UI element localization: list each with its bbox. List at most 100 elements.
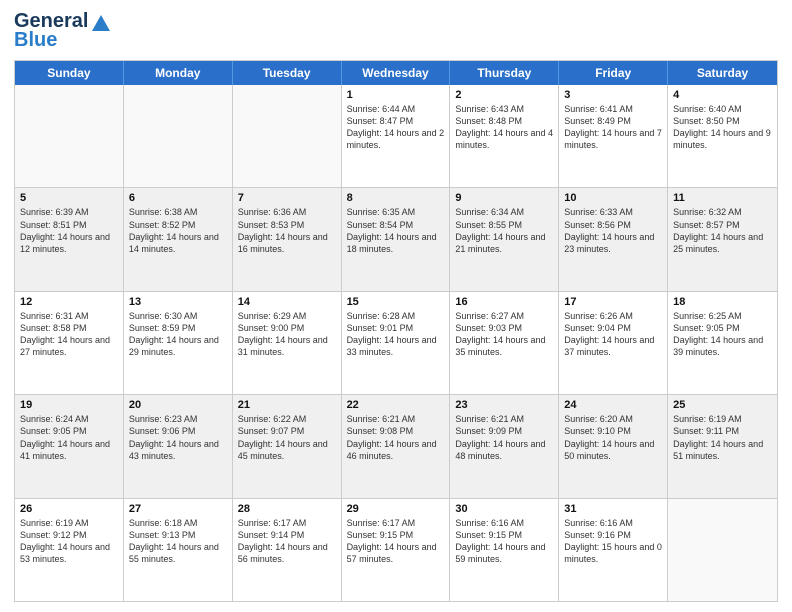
cell-details: Sunrise: 6:27 AM Sunset: 9:03 PM Dayligh… [455,310,553,359]
day-cell-4: 4Sunrise: 6:40 AM Sunset: 8:50 PM Daylig… [668,85,777,187]
header-cell-saturday: Saturday [668,61,777,85]
day-cell-28: 28Sunrise: 6:17 AM Sunset: 9:14 PM Dayli… [233,499,342,601]
cell-details: Sunrise: 6:44 AM Sunset: 8:47 PM Dayligh… [347,103,445,152]
empty-cell-0-0 [15,85,124,187]
cell-details: Sunrise: 6:31 AM Sunset: 8:58 PM Dayligh… [20,310,118,359]
cell-details: Sunrise: 6:23 AM Sunset: 9:06 PM Dayligh… [129,413,227,462]
day-cell-24: 24Sunrise: 6:20 AM Sunset: 9:10 PM Dayli… [559,395,668,497]
calendar-row-4: 26 Sunrise: 6:19 AM Sunset: 9:12 PM Dayli… [15,499,777,601]
cell-details: Sunrise: 6:22 AM Sunset: 9:07 PM Dayligh… [238,413,336,462]
day-cell-12: 12 Sunrise: 6:31 AM Sunset: 8:58 PM Dayli… [15,292,124,394]
day-cell-15: 15Sunrise: 6:28 AM Sunset: 9:01 PM Dayli… [342,292,451,394]
cell-details: Sunrise: 6:39 AM Sunset: 8:51 PM Dayligh… [20,206,118,255]
calendar-row-0: 1 Sunrise: 6:44 AM Sunset: 8:47 PM Daylig… [15,85,777,188]
day-number: 5 [20,192,118,204]
day-number: 8 [347,192,445,204]
day-cell-16: 16 Sunrise: 6:27 AM Sunset: 9:03 PM Dayli… [450,292,559,394]
day-cell-31: 31 Sunrise: 6:16 AM Sunset: 9:16 PM Dayli… [559,499,668,601]
day-number: 25 [673,399,772,411]
day-number: 6 [129,192,227,204]
day-number: 24 [564,399,662,411]
day-number: 22 [347,399,445,411]
day-number: 10 [564,192,662,204]
day-number: 11 [673,192,772,204]
day-cell-18: 18 Sunrise: 6:25 AM Sunset: 9:05 PM Dayli… [668,292,777,394]
header-cell-friday: Friday [559,61,668,85]
day-number: 19 [20,399,118,411]
day-number: 20 [129,399,227,411]
day-cell-30: 30 Sunrise: 6:16 AM Sunset: 9:15 PM Dayli… [450,499,559,601]
cell-details: Sunrise: 6:17 AM Sunset: 9:14 PM Dayligh… [238,517,336,566]
day-cell-2: 2 Sunrise: 6:43 AM Sunset: 8:48 PM Daylig… [450,85,559,187]
empty-cell-0-2 [233,85,342,187]
day-cell-5: 5 Sunrise: 6:39 AM Sunset: 8:51 PM Daylig… [15,188,124,290]
day-number: 9 [455,192,553,204]
cell-details: Sunrise: 6:26 AM Sunset: 9:04 PM Dayligh… [564,310,662,359]
day-cell-19: 19 Sunrise: 6:24 AM Sunset: 9:05 PM Dayli… [15,395,124,497]
day-number: 29 [347,503,445,515]
day-cell-26: 26 Sunrise: 6:19 AM Sunset: 9:12 PM Dayli… [15,499,124,601]
day-number: 15 [347,296,445,308]
logo: General Blue [14,10,112,52]
calendar-row-3: 19 Sunrise: 6:24 AM Sunset: 9:05 PM Dayli… [15,395,777,498]
cell-details: Sunrise: 6:30 AM Sunset: 8:59 PM Dayligh… [129,310,227,359]
calendar-header-row: SundayMondayTuesdayWednesdayThursdayFrid… [15,61,777,85]
cell-details: Sunrise: 6:19 AM Sunset: 9:12 PM Dayligh… [20,517,118,566]
day-cell-25: 25 Sunrise: 6:19 AM Sunset: 9:11 PM Dayli… [668,395,777,497]
header-cell-sunday: Sunday [15,61,124,85]
calendar-row-1: 5 Sunrise: 6:39 AM Sunset: 8:51 PM Daylig… [15,188,777,291]
day-number: 14 [238,296,336,308]
day-number: 18 [673,296,772,308]
header-cell-wednesday: Wednesday [342,61,451,85]
day-cell-8: 8 Sunrise: 6:35 AM Sunset: 8:54 PM Daylig… [342,188,451,290]
day-number: 4 [673,89,772,101]
day-cell-3: 3Sunrise: 6:41 AM Sunset: 8:49 PM Daylig… [559,85,668,187]
calendar-row-2: 12 Sunrise: 6:31 AM Sunset: 8:58 PM Dayli… [15,292,777,395]
day-cell-13: 13 Sunrise: 6:30 AM Sunset: 8:59 PM Dayli… [124,292,233,394]
day-number: 26 [20,503,118,515]
cell-details: Sunrise: 6:43 AM Sunset: 8:48 PM Dayligh… [455,103,553,152]
cell-details: Sunrise: 6:21 AM Sunset: 9:08 PM Dayligh… [347,413,445,462]
day-number: 31 [564,503,662,515]
day-cell-14: 14Sunrise: 6:29 AM Sunset: 9:00 PM Dayli… [233,292,342,394]
cell-details: Sunrise: 6:16 AM Sunset: 9:16 PM Dayligh… [564,517,662,566]
calendar: SundayMondayTuesdayWednesdayThursdayFrid… [14,60,778,602]
day-cell-1: 1 Sunrise: 6:44 AM Sunset: 8:47 PM Daylig… [342,85,451,187]
day-number: 27 [129,503,227,515]
day-number: 12 [20,296,118,308]
day-number: 16 [455,296,553,308]
empty-cell-4-6 [668,499,777,601]
cell-details: Sunrise: 6:32 AM Sunset: 8:57 PM Dayligh… [673,206,772,255]
cell-details: Sunrise: 6:21 AM Sunset: 9:09 PM Dayligh… [455,413,553,462]
day-cell-9: 9 Sunrise: 6:34 AM Sunset: 8:55 PM Daylig… [450,188,559,290]
empty-cell-0-1 [124,85,233,187]
logo-blue: Blue [14,29,57,52]
header: General Blue [14,10,778,52]
day-number: 21 [238,399,336,411]
cell-details: Sunrise: 6:34 AM Sunset: 8:55 PM Dayligh… [455,206,553,255]
day-number: 2 [455,89,553,101]
day-number: 1 [347,89,445,101]
day-cell-11: 11 Sunrise: 6:32 AM Sunset: 8:57 PM Dayli… [668,188,777,290]
day-number: 17 [564,296,662,308]
cell-details: Sunrise: 6:24 AM Sunset: 9:05 PM Dayligh… [20,413,118,462]
day-cell-27: 27Sunrise: 6:18 AM Sunset: 9:13 PM Dayli… [124,499,233,601]
day-cell-23: 23Sunrise: 6:21 AM Sunset: 9:09 PM Dayli… [450,395,559,497]
cell-details: Sunrise: 6:16 AM Sunset: 9:15 PM Dayligh… [455,517,553,566]
day-cell-29: 29 Sunrise: 6:17 AM Sunset: 9:15 PM Dayli… [342,499,451,601]
day-number: 3 [564,89,662,101]
header-cell-thursday: Thursday [450,61,559,85]
day-number: 30 [455,503,553,515]
cell-details: Sunrise: 6:19 AM Sunset: 9:11 PM Dayligh… [673,413,772,462]
calendar-body: 1 Sunrise: 6:44 AM Sunset: 8:47 PM Daylig… [15,85,777,601]
header-cell-monday: Monday [124,61,233,85]
day-cell-6: 6Sunrise: 6:38 AM Sunset: 8:52 PM Daylig… [124,188,233,290]
day-cell-21: 21 Sunrise: 6:22 AM Sunset: 9:07 PM Dayli… [233,395,342,497]
day-cell-17: 17 Sunrise: 6:26 AM Sunset: 9:04 PM Dayli… [559,292,668,394]
cell-details: Sunrise: 6:17 AM Sunset: 9:15 PM Dayligh… [347,517,445,566]
header-cell-tuesday: Tuesday [233,61,342,85]
day-number: 13 [129,296,227,308]
cell-details: Sunrise: 6:25 AM Sunset: 9:05 PM Dayligh… [673,310,772,359]
cell-details: Sunrise: 6:35 AM Sunset: 8:54 PM Dayligh… [347,206,445,255]
cell-details: Sunrise: 6:33 AM Sunset: 8:56 PM Dayligh… [564,206,662,255]
